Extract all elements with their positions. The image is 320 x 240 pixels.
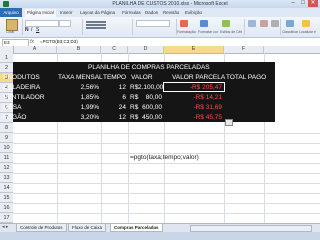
formula-note-cell[interactable]: =pgto(taxa;tempo;valor)	[130, 153, 199, 163]
cell-valor[interactable]: 600,00	[138, 103, 162, 113]
cell-tempo[interactable]: 12	[101, 113, 126, 123]
gridline	[13, 203, 320, 204]
row-header-17[interactable]: 17	[0, 213, 13, 223]
cell-taxa[interactable]: 1,99%	[57, 103, 99, 113]
column-header-a[interactable]: A	[13, 46, 57, 53]
find-select-icon[interactable]	[302, 20, 310, 27]
minimize-button[interactable]: –	[288, 0, 298, 7]
select-all-button[interactable]	[0, 46, 14, 53]
maximize-button[interactable]: □	[298, 0, 308, 7]
delete-cells-icon[interactable]	[260, 20, 268, 27]
conditional-format-label: Formatação Condicional	[177, 30, 197, 34]
header-valor[interactable]: VALOR	[131, 73, 153, 83]
tab-home[interactable]: Página Inicial	[25, 9, 56, 17]
cell-produto[interactable]: VENTILADOR	[3, 93, 45, 103]
column-header-c[interactable]: C	[101, 46, 128, 53]
row-header-13[interactable]: 13	[0, 173, 13, 183]
paste-options-icon[interactable]	[225, 119, 233, 126]
column-header-f[interactable]: F	[224, 46, 264, 53]
excel-logo-icon	[3, 1, 9, 7]
cell-produto[interactable]: GELADEIRA	[3, 83, 40, 93]
formula-input[interactable]: =PGTO(B3;C3;D3)	[40, 39, 318, 45]
header-taxa-mensal[interactable]: TAXA MENSAL	[58, 73, 103, 83]
row-header-12[interactable]: 12	[0, 163, 13, 173]
column-header-b[interactable]: B	[57, 46, 101, 53]
cell-produto[interactable]: MESA	[3, 103, 21, 113]
gridline	[13, 193, 320, 194]
cell-parcela[interactable]: -R$ 14,21	[164, 93, 222, 103]
row-header-2[interactable]: 2	[0, 63, 13, 73]
tab-scroll-icon[interactable]: ◂ ▸	[2, 224, 8, 231]
cell-produto[interactable]: FOGÃO	[3, 113, 26, 123]
row-header-9[interactable]: 9	[0, 133, 13, 143]
font-size-dropdown[interactable]	[59, 20, 71, 27]
gridline	[13, 143, 320, 144]
cell-tempo[interactable]: 6	[101, 93, 126, 103]
font-name-dropdown[interactable]	[25, 20, 59, 27]
row-header-15[interactable]: 15	[0, 193, 13, 203]
row-header-1[interactable]: 1	[0, 53, 13, 63]
tab-insert[interactable]: Inserir	[60, 9, 73, 17]
cell-valor[interactable]: 80,00	[138, 93, 162, 103]
cell-valor[interactable]: 2.100,00	[138, 83, 163, 93]
align-icon[interactable]	[86, 21, 106, 23]
sheet-tab-fluxo[interactable]: Fluxo de Caixa	[68, 224, 107, 232]
row-header-10[interactable]: 10	[0, 143, 13, 153]
cell-valor[interactable]: 450,00	[138, 113, 162, 123]
find-select-label: Localizar e Selecionar	[299, 30, 317, 34]
italic-icon[interactable]: I	[31, 27, 32, 33]
row-header-11[interactable]: 11	[0, 153, 13, 163]
column-header-d[interactable]: D	[128, 46, 164, 53]
conditional-format-icon[interactable]	[180, 20, 188, 27]
tab-page-layout[interactable]: Layout da Página	[80, 9, 115, 17]
gridline	[13, 213, 320, 214]
sheet-tab-compras[interactable]: Compras Parceladas	[110, 224, 163, 232]
close-button[interactable]: ✕	[308, 0, 318, 7]
table-title[interactable]: PLANILHA DE COMPRAS PARCELADAS	[88, 63, 210, 73]
fx-icon[interactable]: fx	[30, 39, 34, 45]
paste-label: Colar	[6, 30, 15, 34]
number-format-dropdown[interactable]	[136, 20, 170, 27]
row-header-14[interactable]: 14	[0, 183, 13, 193]
cell-taxa[interactable]: 3,20%	[57, 113, 99, 123]
selected-cell-border	[163, 82, 225, 92]
cell-parcela[interactable]: -R$ 45,75	[164, 113, 222, 123]
sheet-tab-controle[interactable]: Controle de Produtos	[16, 224, 67, 232]
status-bar	[0, 232, 320, 240]
row-header-16[interactable]: 16	[0, 203, 13, 213]
cell-styles-icon[interactable]	[222, 20, 230, 27]
underline-icon[interactable]: S	[36, 27, 39, 33]
sort-filter-icon[interactable]	[286, 20, 294, 27]
gridline	[13, 183, 320, 184]
gridline	[13, 163, 320, 164]
cell-tempo[interactable]: 12	[101, 83, 126, 93]
format-table-label: Formatar como Tabela	[198, 30, 218, 34]
window-title: PLANILHA DE CUSTOS 2010.xlsx - Microsoft…	[112, 1, 228, 7]
format-table-icon[interactable]	[200, 20, 208, 27]
format-cells-icon[interactable]	[271, 20, 279, 27]
gridline	[13, 173, 320, 174]
gridline	[13, 133, 320, 134]
header-produtos[interactable]: PRODUTOS	[3, 73, 40, 83]
insert-cells-icon[interactable]	[248, 20, 256, 27]
column-header-e[interactable]: E	[164, 46, 224, 53]
horizontal-scrollbar[interactable]	[190, 225, 312, 232]
sort-filter-label: Classificar e Filtrar	[282, 30, 298, 34]
cell-parcela[interactable]: -R$ 31,69	[164, 103, 222, 113]
cell-tempo[interactable]: 24	[101, 103, 126, 113]
header-total-pago[interactable]: TOTAL PAGO	[226, 73, 266, 83]
tab-review[interactable]: Revisão	[163, 9, 179, 17]
cell-styles-label: Estilos de Célula	[220, 30, 242, 34]
cell-taxa[interactable]: 2,56%	[57, 83, 99, 93]
tab-data[interactable]: Dados	[145, 9, 158, 17]
cell-taxa[interactable]: 1,85%	[57, 93, 99, 103]
file-tab[interactable]: Arquivo	[0, 8, 22, 17]
tab-view[interactable]: Exibição	[185, 9, 202, 17]
bold-icon[interactable]: N	[25, 27, 29, 33]
tab-formulas[interactable]: Fórmulas	[122, 9, 141, 17]
header-tempo[interactable]: TEMPO	[103, 73, 126, 83]
row-header-8[interactable]: 8	[0, 123, 13, 133]
